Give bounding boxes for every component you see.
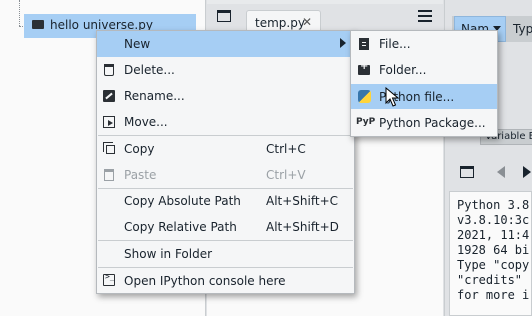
menu-item-label: Show in Folder (124, 247, 213, 261)
console-line: Type "copy (457, 258, 530, 272)
menu-item-shortcut: Ctrl+C (266, 142, 306, 156)
menu-item-label: Move... (124, 115, 168, 129)
panes-icon[interactable] (460, 166, 474, 178)
folder-icon (32, 20, 44, 29)
menu-item-label: Copy Relative Path (124, 220, 237, 234)
menu-item-label: New (124, 37, 151, 51)
copy-icon (103, 142, 115, 154)
move-icon (103, 116, 115, 128)
submenu-item-label: File... (379, 37, 411, 51)
arrow-right-icon[interactable] (523, 166, 531, 178)
close-icon[interactable]: ✕ (302, 15, 312, 29)
tab-label: temp.py (255, 16, 305, 30)
hamburger-menu-icon[interactable] (418, 10, 432, 22)
python-icon (358, 90, 371, 103)
tree-connector-line (19, 0, 20, 26)
panes-icon[interactable] (217, 10, 231, 22)
console-icon (103, 272, 115, 286)
menu-item-label: Delete... (124, 63, 175, 77)
menu-item-shortcut: Alt+Shift+C (266, 194, 339, 208)
console-line: 2021, 11:4 (457, 228, 530, 242)
console-line: 1928 64 bi (457, 243, 530, 257)
menu-item-label: Paste (124, 168, 157, 182)
submenu-item-label: Folder... (379, 63, 427, 77)
arrow-left-icon[interactable] (497, 166, 505, 178)
console-line: for more i (457, 288, 530, 302)
mouse-cursor-icon (385, 87, 399, 107)
console-line: "credits" (457, 273, 523, 287)
file-icon (359, 38, 369, 50)
rename-icon (103, 90, 115, 102)
console-line: v3.8.10:3c (457, 213, 530, 227)
python-package-icon: PyP (356, 117, 376, 127)
menu-item-shortcut: Alt+Shift+D (266, 220, 339, 234)
menu-item-label: Copy (124, 142, 155, 156)
paste-icon (104, 169, 114, 181)
menu-item-label: Copy Absolute Path (124, 194, 241, 208)
trash-icon (104, 64, 114, 76)
menu-item-shortcut: Ctrl+V (266, 168, 306, 182)
menu-item-label: Rename... (124, 89, 185, 103)
folder-add-icon (358, 61, 370, 75)
console-line: Python 3.8 (457, 198, 530, 212)
menu-item-label: Open IPython console here (124, 274, 286, 288)
submenu-item-file[interactable] (351, 31, 497, 57)
chevron-right-icon (340, 38, 346, 48)
submenu-item-label: Python Package... (379, 116, 486, 130)
column-header-type-label[interactable]: Typ (513, 22, 532, 36)
